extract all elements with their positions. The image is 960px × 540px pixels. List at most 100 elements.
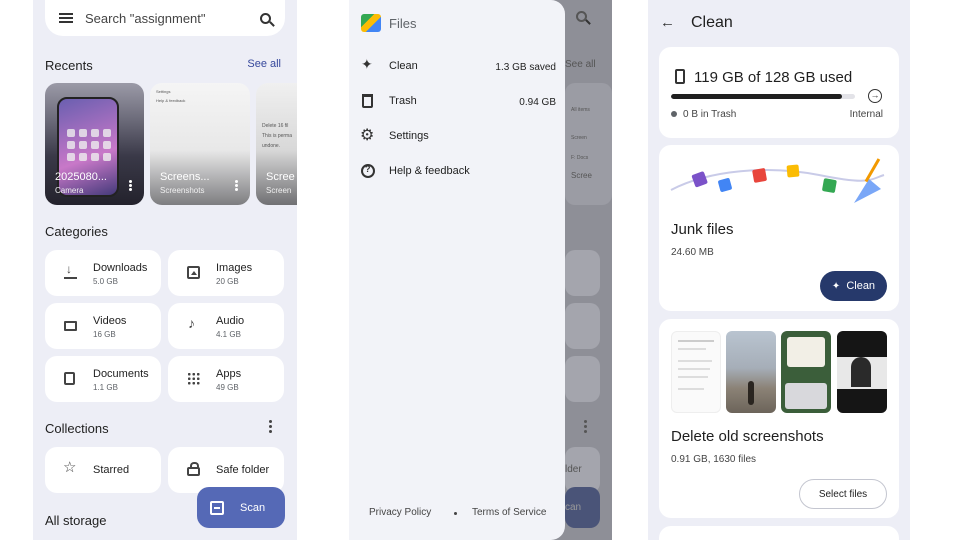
select-files-button[interactable]: Select files [799, 479, 887, 509]
ghost-see-all: See all [565, 59, 596, 70]
scan-label: Scan [240, 501, 266, 514]
category-size: 16 GB [93, 330, 116, 339]
collection-starred[interactable]: Starred [45, 447, 161, 493]
more-options-icon[interactable] [129, 184, 132, 187]
category-apps[interactable]: Apps 49 GB [168, 356, 284, 402]
category-documents[interactable]: Documents 1.1 GB [45, 356, 161, 402]
drawer-item-label: Trash [389, 95, 417, 107]
storage-bar-fill [671, 94, 843, 99]
storage-card[interactable]: 119 GB of 128 GB used → 0 B in Trash Int… [659, 47, 899, 138]
menu-icon[interactable] [59, 13, 73, 23]
categories-title: Categories [45, 224, 108, 239]
files-home-panel: Search "assignment" Recents See all 2025… [33, 0, 297, 540]
recents-title: Recents [45, 58, 93, 73]
screenshot-thumb [837, 331, 887, 413]
screenshot-thumb [726, 331, 776, 413]
category-label: Downloads [93, 262, 148, 274]
junk-files-card[interactable]: Junk files 24.60 MB ✦ Clean [659, 145, 899, 311]
trash-icon [362, 94, 373, 108]
category-size: 49 GB [216, 383, 239, 392]
storage-type: Internal [849, 109, 883, 120]
app-name: Files [389, 16, 417, 31]
back-arrow-icon[interactable]: ← [660, 14, 675, 31]
category-audio[interactable]: Audio 4.1 GB [168, 303, 284, 349]
screenshot-thumb [781, 331, 831, 413]
category-size: 1.1 GB [93, 383, 118, 392]
ghost-card [565, 356, 600, 402]
storage-used: 119 GB of 128 GB used [694, 69, 853, 86]
delete-screenshots-title: Delete old screenshots [671, 428, 824, 445]
help-icon [361, 164, 375, 178]
next-card [659, 526, 899, 540]
scan-icon [210, 500, 224, 515]
download-icon [64, 262, 77, 279]
category-images[interactable]: Images 20 GB [168, 250, 284, 296]
search-icon[interactable] [260, 12, 271, 24]
navigation-drawer-panel: See all All items Screen F: Docs Scree l… [349, 0, 612, 540]
terms-link[interactable]: Terms of Service [472, 507, 546, 518]
clean-label: Clean [846, 280, 876, 292]
clean-button[interactable]: ✦ Clean [820, 271, 887, 301]
collections-more-icon[interactable] [269, 425, 272, 428]
gear-icon [360, 125, 375, 145]
star-icon [63, 458, 77, 476]
drawer-item-label: Settings [389, 130, 429, 142]
recent-item-screenshot[interactable]: Settings Help & feedback Screens... Scre… [150, 83, 250, 205]
category-downloads[interactable]: Downloads 5.0 GB [45, 250, 161, 296]
category-videos[interactable]: Videos 16 GB [45, 303, 161, 349]
recent-item-camera[interactable]: 2025080... Camera [45, 83, 144, 205]
video-icon [64, 321, 77, 331]
junk-files-size: 24.60 MB [671, 247, 714, 258]
screenshot-preview: Delete 16 fil This is perma undone. [262, 123, 293, 149]
drawer-item-help[interactable]: Help & feedback [361, 161, 556, 181]
apps-grid-icon [187, 372, 200, 385]
collection-label: Safe folder [216, 464, 270, 476]
old-screenshots-card[interactable]: Delete old screenshots 0.91 GB, 1630 fil… [659, 319, 899, 518]
files-logo-icon [361, 14, 381, 32]
screenshot-preview: Settings Help & feedback [156, 89, 186, 103]
privacy-policy-link[interactable]: Privacy Policy [369, 507, 431, 518]
separator-dot [454, 512, 457, 515]
category-label: Videos [93, 315, 127, 327]
navigation-drawer: Files Clean 1.3 GB saved Trash 0.94 GB S… [349, 0, 565, 540]
drawer-item-settings[interactable]: Settings [360, 125, 556, 146]
scan-button[interactable]: Scan [197, 487, 285, 528]
more-options-icon[interactable] [235, 184, 238, 187]
category-size: 5.0 GB [93, 277, 118, 286]
arrow-forward-icon[interactable]: → [868, 89, 882, 103]
all-storage-title: All storage [45, 513, 107, 528]
recent-item-screenshot-2[interactable]: Delete 16 fil This is perma undone. Scre… [256, 83, 297, 205]
storage-bar [671, 94, 855, 99]
see-all-link[interactable]: See all [247, 58, 281, 70]
document-icon [64, 372, 75, 385]
sparkle-icon [361, 56, 375, 73]
search-bar[interactable]: Search "assignment" [45, 0, 285, 36]
junk-illustration [670, 158, 885, 203]
recent-title: Scree [266, 171, 295, 183]
delete-screenshots-info: 0.91 GB, 1630 files [671, 454, 757, 465]
drawer-item-clean[interactable]: Clean 1.3 GB saved [361, 56, 556, 76]
clean-panel: ← Clean 119 GB of 128 GB used → 0 B in T… [648, 0, 910, 540]
drawer-item-value: 1.3 GB saved [495, 62, 556, 73]
trash-amount: 0 B in Trash [683, 109, 737, 120]
search-input[interactable]: Search "assignment" [85, 11, 260, 26]
drawer-item-trash[interactable]: Trash 0.94 GB [361, 91, 556, 111]
sparkle-icon: ✦ [831, 280, 841, 292]
phone-icon [675, 69, 685, 84]
drawer-item-label: Clean [389, 60, 418, 72]
ghost-card [565, 303, 600, 349]
lock-icon [187, 462, 200, 476]
collection-label: Starred [93, 464, 130, 476]
category-label: Apps [216, 368, 242, 380]
recent-title: 2025080... [55, 171, 107, 183]
recent-subtitle: Camera [55, 186, 84, 195]
ghost-thumb: All items Screen F: Docs Scree [565, 83, 612, 205]
recent-title: Screens... [160, 171, 210, 183]
recent-subtitle: Screen [266, 186, 292, 195]
category-size: 4.1 GB [216, 330, 241, 339]
ghost-kebab [584, 425, 587, 428]
collections-title: Collections [45, 421, 109, 436]
page-title: Clean [691, 14, 733, 31]
drawer-item-label: Help & feedback [389, 165, 470, 177]
trash-indicator [671, 111, 677, 117]
